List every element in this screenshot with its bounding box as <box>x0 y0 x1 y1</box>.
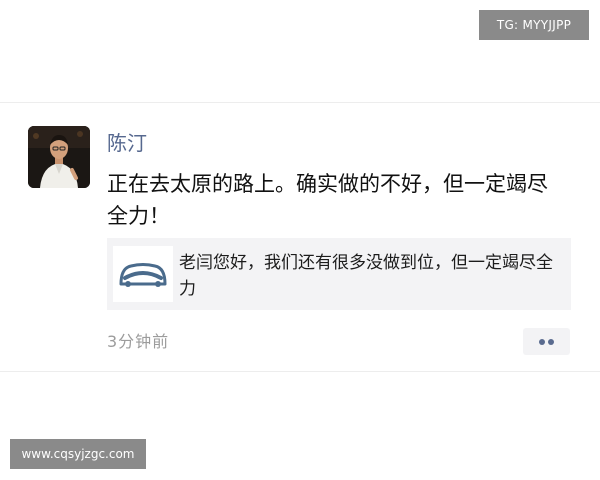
link-card[interactable]: 老闫您好，我们还有很多没做到位，但一定竭尽全力 <box>107 238 571 310</box>
card-title: 老闫您好，我们还有很多没做到位，但一定竭尽全力 <box>179 253 553 299</box>
more-dots-icon <box>539 339 545 345</box>
more-button[interactable] <box>523 328 570 355</box>
more-dots-icon-dot <box>548 339 554 345</box>
post-text: 正在去太原的路上。确实做的不好，但一定竭尽全力！ <box>107 172 548 228</box>
url-watermark: www.cqsyjzgc.com <box>10 439 146 469</box>
card-thumbnail <box>113 246 173 302</box>
author-name[interactable]: 陈汀 <box>107 130 147 156</box>
bottom-divider <box>0 371 600 372</box>
avatar[interactable] <box>28 126 90 188</box>
avatar-photo <box>28 126 90 188</box>
tg-watermark: TG: MYYJJPP <box>479 10 589 40</box>
car-logo-icon <box>119 263 167 287</box>
post-timestamp: 3分钟前 <box>107 332 170 351</box>
top-divider <box>0 102 600 103</box>
